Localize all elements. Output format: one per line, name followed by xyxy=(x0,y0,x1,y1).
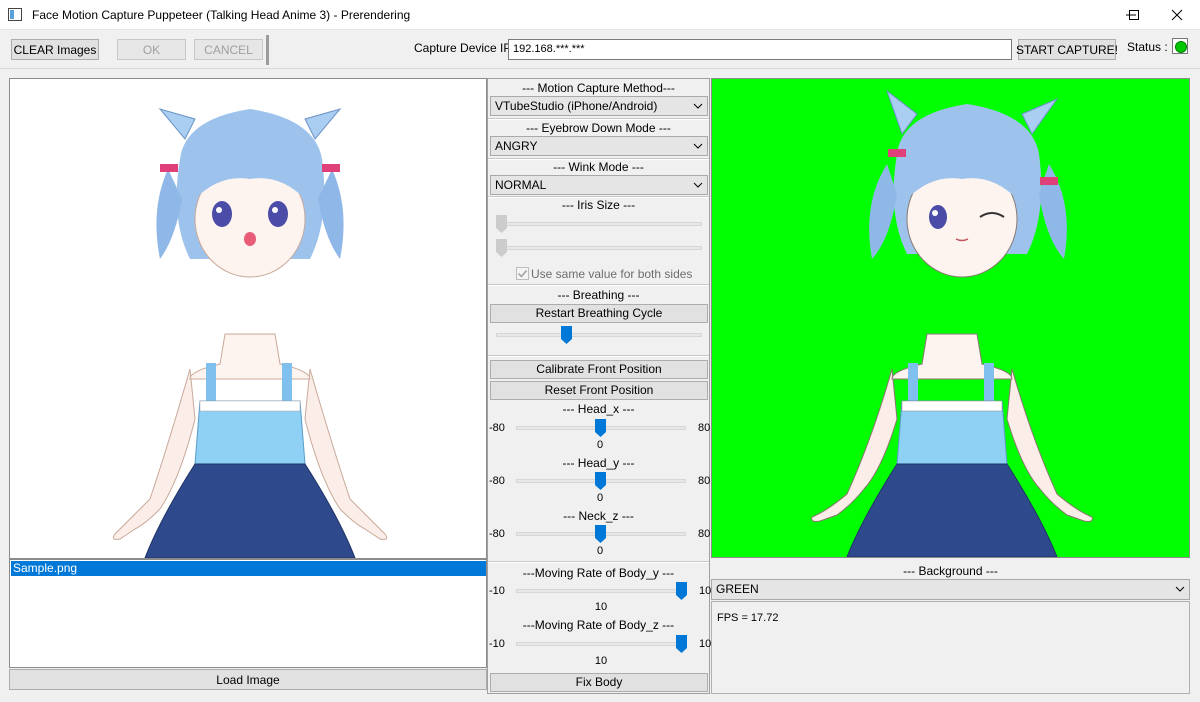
divider xyxy=(488,284,709,286)
wink-mode-title: --- Wink Mode --- xyxy=(553,160,644,174)
start-capture-button[interactable]: START CAPTURE! xyxy=(1016,39,1118,60)
window-app-icon xyxy=(8,8,22,21)
wink-mode-value: NORMAL xyxy=(495,178,547,192)
reset-front-button[interactable]: Reset Front Position xyxy=(490,381,708,400)
neck-z-slider-thumb[interactable] xyxy=(595,525,606,544)
source-image-panel xyxy=(9,78,487,559)
body-y-slider-thumb[interactable] xyxy=(676,582,687,601)
iris-size-title: --- Iris Size --- xyxy=(561,198,636,212)
body-z-title: ---Moving Rate of Body_z --- xyxy=(522,618,675,632)
wink-mode-select[interactable]: NORMAL xyxy=(490,175,708,195)
toolbar: CLEAR Images OK CANCEL Capture Device IP… xyxy=(0,31,1200,69)
divider xyxy=(488,355,709,357)
background-title: --- Background --- xyxy=(903,564,998,578)
body-y-min: -10 xyxy=(489,585,505,597)
window-title: Face Motion Capture Puppeteer (Talking H… xyxy=(32,8,411,22)
chevron-down-icon xyxy=(693,143,703,149)
maximize-icon[interactable] xyxy=(1111,0,1157,30)
eyebrow-mode-select[interactable]: ANGRY xyxy=(490,136,708,156)
fps-panel: FPS = 17.72 xyxy=(711,601,1190,694)
iris-same-checkbox[interactable] xyxy=(516,267,529,280)
iris-left-slider-track[interactable] xyxy=(496,222,702,226)
head-x-max: 80 xyxy=(698,422,711,434)
ok-button[interactable]: OK xyxy=(117,39,186,60)
iris-same-label: Use same value for both sides xyxy=(531,267,693,281)
motion-method-title: --- Motion Capture Method--- xyxy=(522,81,675,95)
output-preview-panel xyxy=(711,78,1190,558)
iris-right-slider-thumb[interactable] xyxy=(496,239,507,258)
neck-z-title: --- Neck_z --- xyxy=(563,509,634,523)
body-z-slider-track[interactable] xyxy=(516,642,686,646)
head-x-min: -80 xyxy=(489,422,505,434)
iris-right-slider-track[interactable] xyxy=(496,246,702,250)
cancel-button[interactable]: CANCEL xyxy=(194,39,263,60)
breathing-slider-track[interactable] xyxy=(496,333,702,337)
neck-z-max: 80 xyxy=(698,528,711,540)
fix-body-button[interactable]: Fix Body xyxy=(490,673,708,692)
body-y-title: ---Moving Rate of Body_y --- xyxy=(522,566,675,580)
title-bar: Face Motion Capture Puppeteer (Talking H… xyxy=(0,0,1200,30)
calibrate-front-button[interactable]: Calibrate Front Position xyxy=(490,360,708,379)
eyebrow-mode-title: --- Eyebrow Down Mode --- xyxy=(526,121,671,135)
motion-method-value: VTubeStudio (iPhone/Android) xyxy=(495,99,658,113)
head-x-slider-thumb[interactable] xyxy=(595,419,606,438)
restart-breathing-button[interactable]: Restart Breathing Cycle xyxy=(490,304,708,323)
chevron-down-icon xyxy=(1175,586,1185,592)
load-image-button[interactable]: Load Image xyxy=(9,669,487,690)
chevron-down-icon xyxy=(693,182,703,188)
head-y-title: --- Head_y --- xyxy=(562,456,635,470)
head-y-min: -80 xyxy=(489,475,505,487)
list-item[interactable]: Sample.png xyxy=(11,561,486,576)
neck-z-value: 0 xyxy=(596,545,604,557)
head-y-value: 0 xyxy=(596,492,604,504)
capture-ip-input[interactable]: 192.168.***.*** xyxy=(508,39,1012,60)
body-y-value: 10 xyxy=(594,601,608,613)
iris-left-slider-thumb[interactable] xyxy=(496,215,507,234)
head-x-title: --- Head_x --- xyxy=(562,402,635,416)
breathing-slider-thumb[interactable] xyxy=(561,326,572,345)
motion-method-select[interactable]: VTubeStudio (iPhone/Android) xyxy=(490,96,708,116)
eyebrow-mode-value: ANGRY xyxy=(495,139,538,153)
capture-ip-label: Capture Device IP: xyxy=(414,41,515,55)
body-z-min: -10 xyxy=(489,638,505,650)
status-label: Status : xyxy=(1127,40,1168,54)
head-x-value: 0 xyxy=(596,439,604,451)
fps-label: FPS = 17.72 xyxy=(717,612,779,624)
body-z-value: 10 xyxy=(594,655,608,667)
divider xyxy=(488,561,709,563)
status-indicator xyxy=(1172,38,1188,54)
body-y-max: 10 xyxy=(699,585,712,597)
source-character-image xyxy=(112,108,388,559)
breathing-title: --- Breathing --- xyxy=(557,288,640,302)
controls-panel: --- Motion Capture Method--- VTubeStudio… xyxy=(487,78,712,694)
image-list[interactable]: Sample.png xyxy=(9,559,487,668)
divider xyxy=(488,118,709,120)
close-icon[interactable] xyxy=(1154,0,1200,30)
head-y-max: 80 xyxy=(698,475,711,487)
background-value: GREEN xyxy=(716,582,759,596)
toolbar-divider xyxy=(266,35,269,65)
head-y-slider-thumb[interactable] xyxy=(595,472,606,491)
chevron-down-icon xyxy=(693,103,703,109)
body-y-slider-track[interactable] xyxy=(516,589,686,593)
background-select[interactable]: GREEN xyxy=(711,579,1190,600)
clear-images-button[interactable]: CLEAR Images xyxy=(11,39,99,60)
body-z-max: 10 xyxy=(699,638,712,650)
checkmark-icon xyxy=(517,270,528,278)
body-z-slider-thumb[interactable] xyxy=(676,635,687,654)
neck-z-min: -80 xyxy=(489,528,505,540)
output-character-image xyxy=(811,89,1093,558)
